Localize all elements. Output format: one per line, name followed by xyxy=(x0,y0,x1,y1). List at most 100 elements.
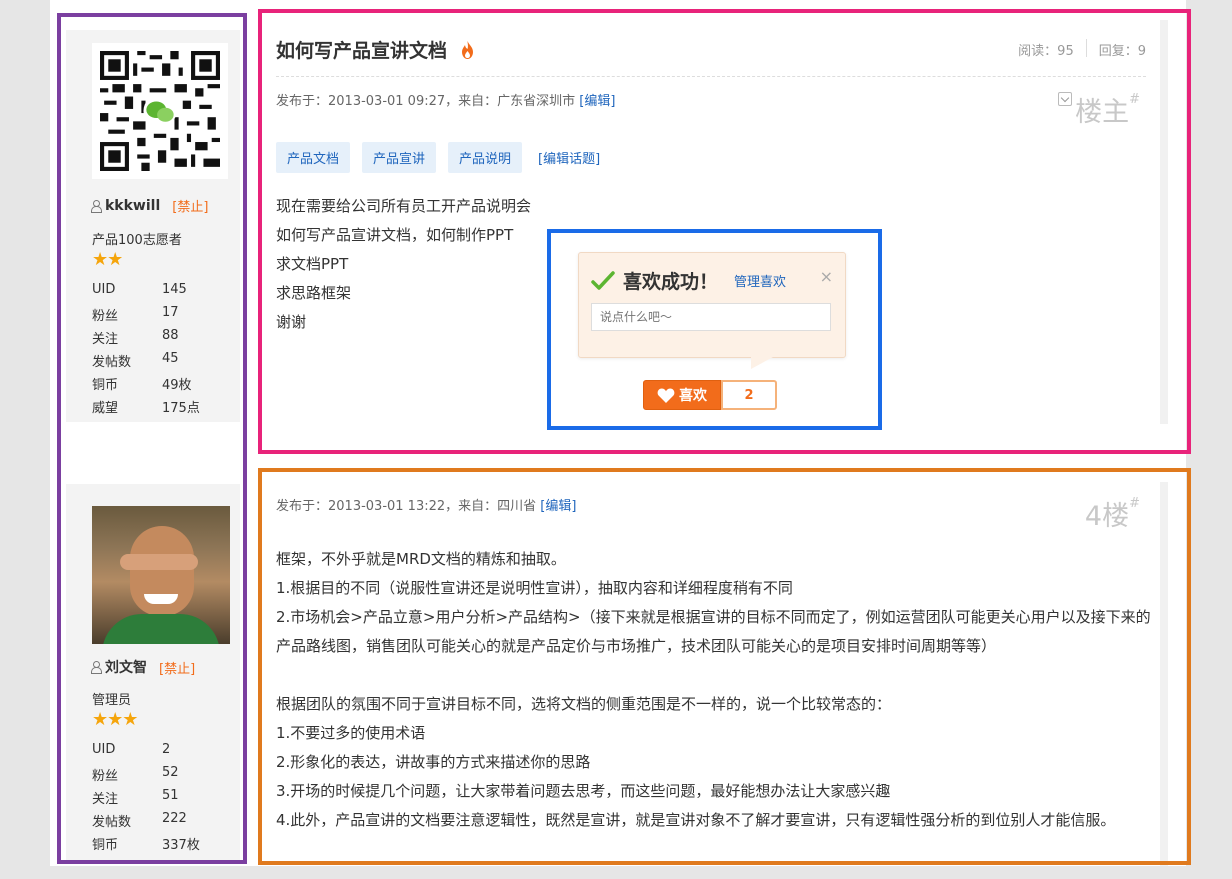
popup-header: 喜欢成功！ 管理喜欢 xyxy=(591,267,786,294)
stat-row: UID 145 xyxy=(92,282,200,305)
content-line: 3.开场的时候提几个问题，让大家带着问题去思考，而这些问题，最好能想办法让大家感… xyxy=(276,782,891,800)
stat-key: 发帖数 xyxy=(92,815,132,830)
stat-value[interactable]: 88 xyxy=(162,328,179,351)
avatar[interactable] xyxy=(92,506,230,644)
topic-tag[interactable]: 产品说明 xyxy=(448,142,523,173)
like-button[interactable]: 喜欢 xyxy=(643,380,721,410)
stat-value[interactable]: 222 xyxy=(162,811,187,834)
content-line: 根据团队的氛围不同于宣讲目标不同，选将文档的侧重范围是不一样的，说一个比较常态的… xyxy=(276,695,892,713)
content-line: 求文档PPT xyxy=(276,255,349,273)
stat-key: 关注 xyxy=(92,332,119,347)
stat-value[interactable]: 45 xyxy=(162,351,179,374)
content-line: 1.根据目的不同（说服性宣讲还是说明性宣讲），抽取内容和详细程度稍有不同 xyxy=(276,579,793,597)
content-line: 现在需要给公司所有员工开产品说明会 xyxy=(276,197,532,215)
stat-key: 铜币 xyxy=(92,378,119,393)
popup-arrow xyxy=(751,357,773,369)
username-link[interactable]: kkkwill xyxy=(105,198,160,214)
username-link[interactable]: 刘文智 xyxy=(105,657,147,677)
content-line: 4.此外，产品宣讲的文档要注意逻辑性，既然是宣讲，就是宣讲对象不了解才要宣讲，只… xyxy=(276,811,1116,829)
user-icon xyxy=(90,199,102,213)
stat-row: 发帖数 45 xyxy=(92,351,200,374)
avatar-shirt xyxy=(102,614,220,644)
like-count[interactable]: 2 xyxy=(721,380,777,410)
username-row-2: 刘文智 [禁止] xyxy=(90,657,195,677)
topic-tag[interactable]: 产品文档 xyxy=(276,142,351,173)
stat-key: 发帖数 xyxy=(92,355,132,370)
floor-label: 4楼# xyxy=(1085,494,1140,533)
topic-tags: 产品文档 产品宣讲 产品说明 [编辑话题] xyxy=(276,142,600,173)
post-main: 如何写产品宣讲文档 阅读：95 回复：9 发布于：2013-03-01 09:2… xyxy=(262,20,1168,424)
edit-link[interactable]: [编辑] xyxy=(540,499,576,514)
stat-key: 铜币 xyxy=(92,838,119,853)
stat-row: UID 2 xyxy=(92,742,200,765)
stat-value[interactable]: 52 xyxy=(162,765,179,788)
content-line: 谢谢 xyxy=(276,313,307,331)
stat-value[interactable]: 17 xyxy=(162,305,179,328)
reply-count: 回复：9 xyxy=(1098,44,1146,59)
close-icon[interactable]: × xyxy=(820,267,833,286)
divider xyxy=(1085,39,1087,57)
stat-value[interactable]: 51 xyxy=(162,788,179,811)
post-counters: 阅读：95 回复：9 xyxy=(1018,39,1146,59)
stat-row: 粉丝 17 xyxy=(92,305,200,328)
content-line: 求思路框架 xyxy=(276,284,352,302)
content-line: 框架，不外乎就是MRD文档的精炼和抽取。 xyxy=(276,550,566,568)
stat-row: 关注 51 xyxy=(92,788,200,811)
collapse-toggle-icon[interactable] xyxy=(1058,92,1072,106)
fire-icon xyxy=(462,40,474,59)
stat-row: 关注 88 xyxy=(92,328,200,351)
user-role: 产品100志愿者 xyxy=(92,233,182,248)
post-meta: 发布于：2013-03-01 13:22，来自：四川省 [编辑] xyxy=(276,495,576,514)
stat-row: 威望 175点 xyxy=(92,397,200,420)
like-success-popup: 喜欢成功！ 管理喜欢 × xyxy=(578,252,846,369)
stat-row: 铜币 49枚 xyxy=(92,374,200,397)
stat-value: 145 xyxy=(162,282,187,297)
user-stats-2: UID 2 粉丝 52 关注 51 发帖数 222 铜币 337枚 xyxy=(92,742,200,857)
post-time-location: 发布于：2013-03-01 09:27，来自：广东省深圳市 xyxy=(276,94,576,109)
stat-value: 2 xyxy=(162,742,171,757)
divider xyxy=(276,76,1146,77)
content-line: 1.不要过多的使用术语 xyxy=(276,724,426,742)
stat-key: 关注 xyxy=(92,792,119,807)
ban-link[interactable]: [禁止] xyxy=(159,658,195,677)
stat-key: 粉丝 xyxy=(92,309,119,324)
comment-input[interactable] xyxy=(591,303,831,331)
floor-mark: # xyxy=(1129,496,1140,511)
stat-row: 粉丝 52 xyxy=(92,765,200,788)
like-button-group: 喜欢 2 xyxy=(643,380,777,410)
stat-key: 威望 xyxy=(92,401,119,416)
ban-link[interactable]: [禁止] xyxy=(172,196,208,215)
edit-link[interactable]: [编辑] xyxy=(579,94,615,109)
avatar-mouth xyxy=(144,594,178,604)
stat-value: 49枚 xyxy=(162,378,192,393)
popup-title: 喜欢成功！ xyxy=(623,271,719,293)
content-line: 如何写产品宣讲文档，如何制作PPT xyxy=(276,226,514,244)
heart-icon xyxy=(657,388,675,403)
content-line: 2.市场机会>产品立意>用户分析>产品结构>（接下来就是根据宣讲的目标不同而定了… xyxy=(276,608,1151,655)
post-content: 框架，不外乎就是MRD文档的精炼和抽取。 1.根据目的不同（说服性宣讲还是说明性… xyxy=(276,545,1156,835)
topic-tag[interactable]: 产品宣讲 xyxy=(362,142,437,173)
floor-label: 楼主# xyxy=(1075,90,1140,129)
stat-key: 粉丝 xyxy=(92,769,119,784)
manage-likes-link[interactable]: 管理喜欢 xyxy=(734,271,786,290)
floor-text: 楼主 xyxy=(1075,97,1130,128)
post-title: 如何写产品宣讲文档 xyxy=(276,40,448,62)
avatar-hand xyxy=(120,554,198,570)
stat-row: 铜币 337枚 xyxy=(92,834,200,857)
username-row-1: kkkwill [禁止] xyxy=(90,196,208,215)
floor-text: 4楼 xyxy=(1084,501,1130,532)
read-count: 阅读：95 xyxy=(1018,44,1074,59)
rank-stars: ★★ xyxy=(92,249,123,270)
content-line: 2.形象化的表达，讲故事的方式来描述你的思路 xyxy=(276,753,591,771)
post-meta: 发布于：2013-03-01 09:27，来自：广东省深圳市 [编辑] xyxy=(276,90,615,109)
post-title-row: 如何写产品宣讲文档 xyxy=(276,36,474,63)
post-content: 现在需要给公司所有员工开产品说明会 如何写产品宣讲文档，如何制作PPT 求文档P… xyxy=(276,192,531,337)
post-time-location: 发布于：2013-03-01 13:22，来自：四川省 xyxy=(276,499,537,514)
floor-mark: # xyxy=(1129,92,1140,107)
edit-topic-link[interactable]: [编辑话题] xyxy=(538,148,600,167)
rank-stars: ★★★ xyxy=(92,709,138,730)
user-icon xyxy=(90,661,102,674)
wechat-qr-code xyxy=(92,43,228,179)
post-reply: 发布于：2013-03-01 13:22，来自：四川省 [编辑] 4楼# 框架，… xyxy=(262,482,1168,866)
